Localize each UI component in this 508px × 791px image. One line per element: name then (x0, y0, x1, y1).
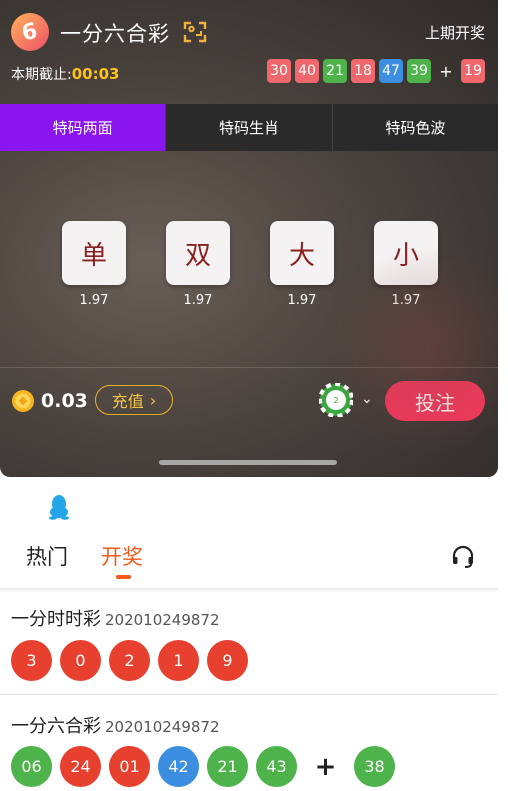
result-ball: 06 (11, 746, 52, 787)
tab-draw-results[interactable]: 开奖 (101, 541, 143, 571)
recharge-label: 充值 (111, 392, 144, 411)
bet-option-big[interactable]: 大 1.97 (270, 221, 334, 308)
active-tab-indicator (116, 575, 131, 579)
tab-special-zodiac[interactable]: 特码生肖 (165, 104, 332, 151)
place-bet-button[interactable]: 投注 (385, 381, 485, 421)
last-draw-numbers: 30 40 21 18 47 39 + 19 (267, 59, 485, 83)
game-panel: 6 一分六合彩 上期开奖 本期截止:00:03 30 40 21 18 47 3… (0, 0, 498, 477)
deadline: 本期截止:00:03 (11, 64, 119, 84)
bet-option-small[interactable]: 小 1.97 (374, 221, 438, 308)
lottery-name: 一分六合彩 (11, 716, 101, 737)
lottery-balls: 3 0 2 1 9 (11, 640, 248, 681)
result-ball: 24 (60, 746, 101, 787)
last-draw-ball: 30 (267, 59, 291, 83)
last-draw-ball: 47 (379, 59, 403, 83)
page-title: 一分六合彩 (60, 22, 170, 46)
previous-draw-link[interactable]: 上期开奖 (425, 22, 485, 43)
result-ball: 43 (256, 746, 297, 787)
result-ball: 1 (158, 640, 199, 681)
chevron-down-icon[interactable]: ⌄ (361, 391, 373, 407)
tab-special-two-sides[interactable]: 特码两面 (0, 104, 166, 151)
coin-icon (12, 390, 34, 412)
chip-icon[interactable]: 2 (319, 383, 353, 417)
deadline-time: 00:03 (71, 65, 120, 83)
result-ball: 2 (109, 640, 150, 681)
home-indicator (159, 460, 337, 465)
bet-option-odds: 1.97 (183, 293, 213, 308)
lottery-result-item[interactable]: 一分六合彩 202010249872 06 24 01 42 21 43 + 38 (0, 710, 498, 791)
headset-icon[interactable] (451, 545, 475, 569)
bet-option-odds: 1.97 (391, 293, 421, 308)
last-draw-ball: 40 (295, 59, 319, 83)
result-ball: 3 (11, 640, 52, 681)
bet-option-label[interactable]: 小 (374, 221, 438, 285)
divider (0, 367, 498, 368)
bet-option-label[interactable]: 单 (62, 221, 126, 285)
deadline-label: 本期截止: (11, 67, 72, 83)
tab-special-color-wave[interactable]: 特码色波 (331, 104, 498, 151)
bet-option-odds: 1.97 (79, 293, 109, 308)
result-ball: 01 (109, 746, 150, 787)
lottery-name: 一分时时彩 (11, 609, 101, 630)
result-ball: 9 (207, 640, 248, 681)
balance-amount: 0.03 (41, 390, 88, 412)
last-draw-special-ball: 19 (461, 59, 485, 83)
result-ball: 21 (207, 746, 248, 787)
result-special-ball: 38 (354, 746, 395, 787)
bet-option-label[interactable]: 大 (270, 221, 334, 285)
bet-option-odd[interactable]: 单 1.97 (62, 221, 126, 308)
last-draw-ball: 39 (407, 59, 431, 83)
lottery-issue: 202010249872 (105, 718, 220, 736)
lottery-name-row: 一分时时彩 202010249872 (11, 605, 220, 631)
chip-value: 2 (333, 396, 338, 405)
bet-type-tabs: 特码两面 特码生肖 特码色波 (0, 104, 498, 151)
lottery-balls: 06 24 01 42 21 43 + 38 (11, 746, 395, 787)
lottery-result-item[interactable]: 一分时时彩 202010249872 3 0 2 1 9 (0, 603, 498, 693)
recharge-button[interactable]: 充值 › (95, 385, 173, 415)
result-ball: 42 (158, 746, 199, 787)
last-draw-ball: 21 (323, 59, 347, 83)
plus-sign: + (439, 61, 453, 81)
lottery-issue: 202010249872 (105, 611, 220, 629)
nav-divider (0, 588, 498, 592)
tab-hot[interactable]: 热门 (26, 541, 68, 571)
lottery-name-row: 一分六合彩 202010249872 (11, 712, 220, 738)
bet-option-even[interactable]: 双 1.97 (166, 221, 230, 308)
qq-penguin-icon[interactable] (48, 494, 70, 520)
last-draw-ball: 18 (351, 59, 375, 83)
result-ball: 0 (60, 640, 101, 681)
app-logo: 6 (11, 13, 49, 51)
bet-option-label[interactable]: 双 (166, 221, 230, 285)
chevron-right-icon: › (149, 390, 157, 410)
plus-sign: + (314, 751, 337, 782)
bet-option-odds: 1.97 (287, 293, 317, 308)
scan-icon[interactable] (183, 21, 207, 43)
list-divider (0, 694, 498, 695)
logo-text: 6 (19, 18, 41, 46)
